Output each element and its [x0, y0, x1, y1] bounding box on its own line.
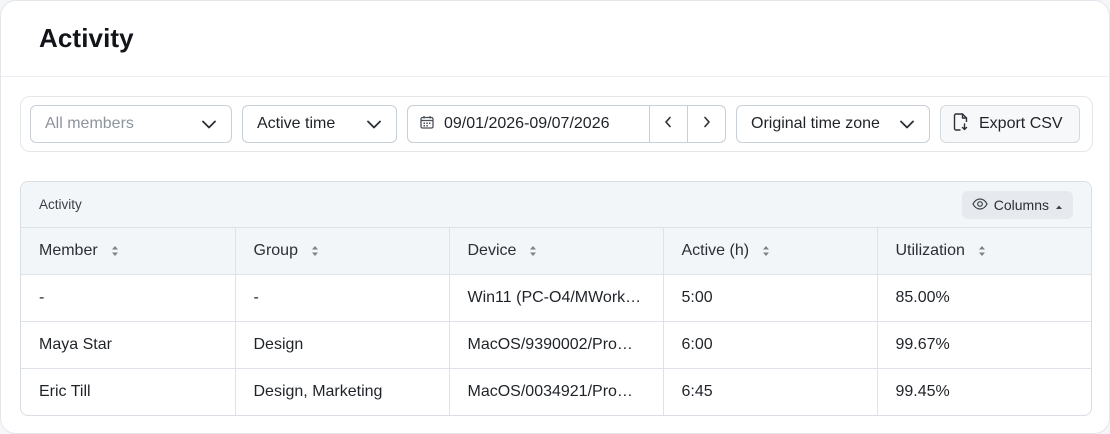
members-select[interactable]: All members	[30, 105, 232, 143]
page-header: Activity	[1, 1, 1109, 77]
columns-button[interactable]: Columns	[961, 190, 1073, 219]
chevron-down-icon	[899, 116, 915, 132]
table-row[interactable]: Maya Star Design MacOS/9390002/Pro… 6:00…	[21, 321, 1091, 369]
export-csv-button[interactable]: Export CSV	[940, 105, 1080, 143]
sort-icon	[310, 243, 320, 259]
cell-member: Maya Star	[21, 321, 236, 369]
cell-group: Design	[235, 321, 450, 369]
column-header-group[interactable]: Group	[235, 228, 450, 275]
calendar-icon	[420, 115, 434, 134]
chevron-down-icon	[366, 116, 382, 132]
sort-icon	[110, 243, 120, 259]
column-header-label: Group	[253, 241, 298, 259]
cell-utilization: 99.67%	[877, 321, 1091, 369]
cell-member: Eric Till	[21, 368, 236, 415]
column-header-label: Active (h)	[681, 241, 750, 259]
cell-active-hours: 5:00	[663, 274, 878, 322]
column-header-utilization[interactable]: Utilization	[877, 228, 1091, 275]
chevron-right-icon	[703, 115, 711, 133]
sort-icon	[528, 243, 538, 259]
column-header-label: Member	[39, 241, 98, 259]
activity-page: Activity All members Active time 09/01/2…	[0, 0, 1110, 434]
column-header-label: Utilization	[895, 241, 965, 259]
cell-utilization: 85.00%	[877, 274, 1091, 322]
cell-group: -	[235, 274, 450, 322]
cell-device: MacOS/9390002/Pro…	[449, 321, 664, 369]
columns-button-label: Columns	[993, 196, 1049, 213]
file-export-icon	[953, 112, 969, 136]
activity-table-card: Activity Columns Member Group Device Act…	[20, 181, 1092, 416]
cell-device: Win11 (PC-O4/MWork…	[449, 274, 664, 322]
date-range-picker: 09/01/2026-09/07/2026	[407, 105, 726, 143]
cell-group: Design, Marketing	[235, 368, 450, 415]
caret-up-icon	[1055, 197, 1063, 213]
page-title: Activity	[39, 23, 134, 53]
cell-utilization: 99.45%	[895, 382, 950, 400]
timezone-select-value: Original time zone	[751, 115, 880, 132]
table-row[interactable]: Eric Till Design, Marketing MacOS/003492…	[21, 368, 1091, 415]
chevron-down-icon	[201, 116, 217, 132]
next-range-button[interactable]	[687, 106, 725, 142]
cell-member: -	[21, 274, 236, 322]
column-header-active[interactable]: Active (h)	[663, 228, 878, 275]
export-csv-label: Export CSV	[979, 115, 1063, 132]
members-select-value: All members	[45, 115, 134, 132]
column-header-label: Device	[467, 241, 517, 259]
sort-icon	[761, 243, 771, 259]
date-range-field[interactable]: 09/01/2026-09/07/2026	[408, 106, 650, 142]
column-header-device[interactable]: Device	[449, 228, 664, 275]
metric-select[interactable]: Active time	[242, 105, 397, 143]
sort-icon	[977, 243, 987, 259]
chevron-left-icon	[664, 115, 672, 133]
eye-icon	[972, 197, 988, 213]
date-range-value: 09/01/2026-09/07/2026	[444, 115, 610, 132]
table-header-row: Member Group Device Active (h) Utilizati…	[21, 228, 1091, 275]
column-header-member[interactable]: Member	[21, 228, 236, 275]
table-card-title: Activity	[39, 197, 82, 212]
table-card-header: Activity Columns	[21, 182, 1091, 228]
filter-toolbar: All members Active time 09/01/2026-09/07…	[20, 96, 1093, 152]
table-row[interactable]: - - Win11 (PC-O4/MWork… 5:00 85.00%	[21, 274, 1091, 322]
previous-range-button[interactable]	[650, 106, 688, 142]
timezone-select[interactable]: Original time zone	[736, 105, 930, 143]
activity-table: Member Group Device Active (h) Utilizati…	[21, 228, 1091, 415]
metric-select-value: Active time	[257, 115, 336, 132]
cell-device: MacOS/0034921/Pro…	[449, 368, 664, 415]
cell-active-hours: 6:00	[663, 321, 878, 369]
cell-active-hours: 6:45	[663, 368, 878, 415]
